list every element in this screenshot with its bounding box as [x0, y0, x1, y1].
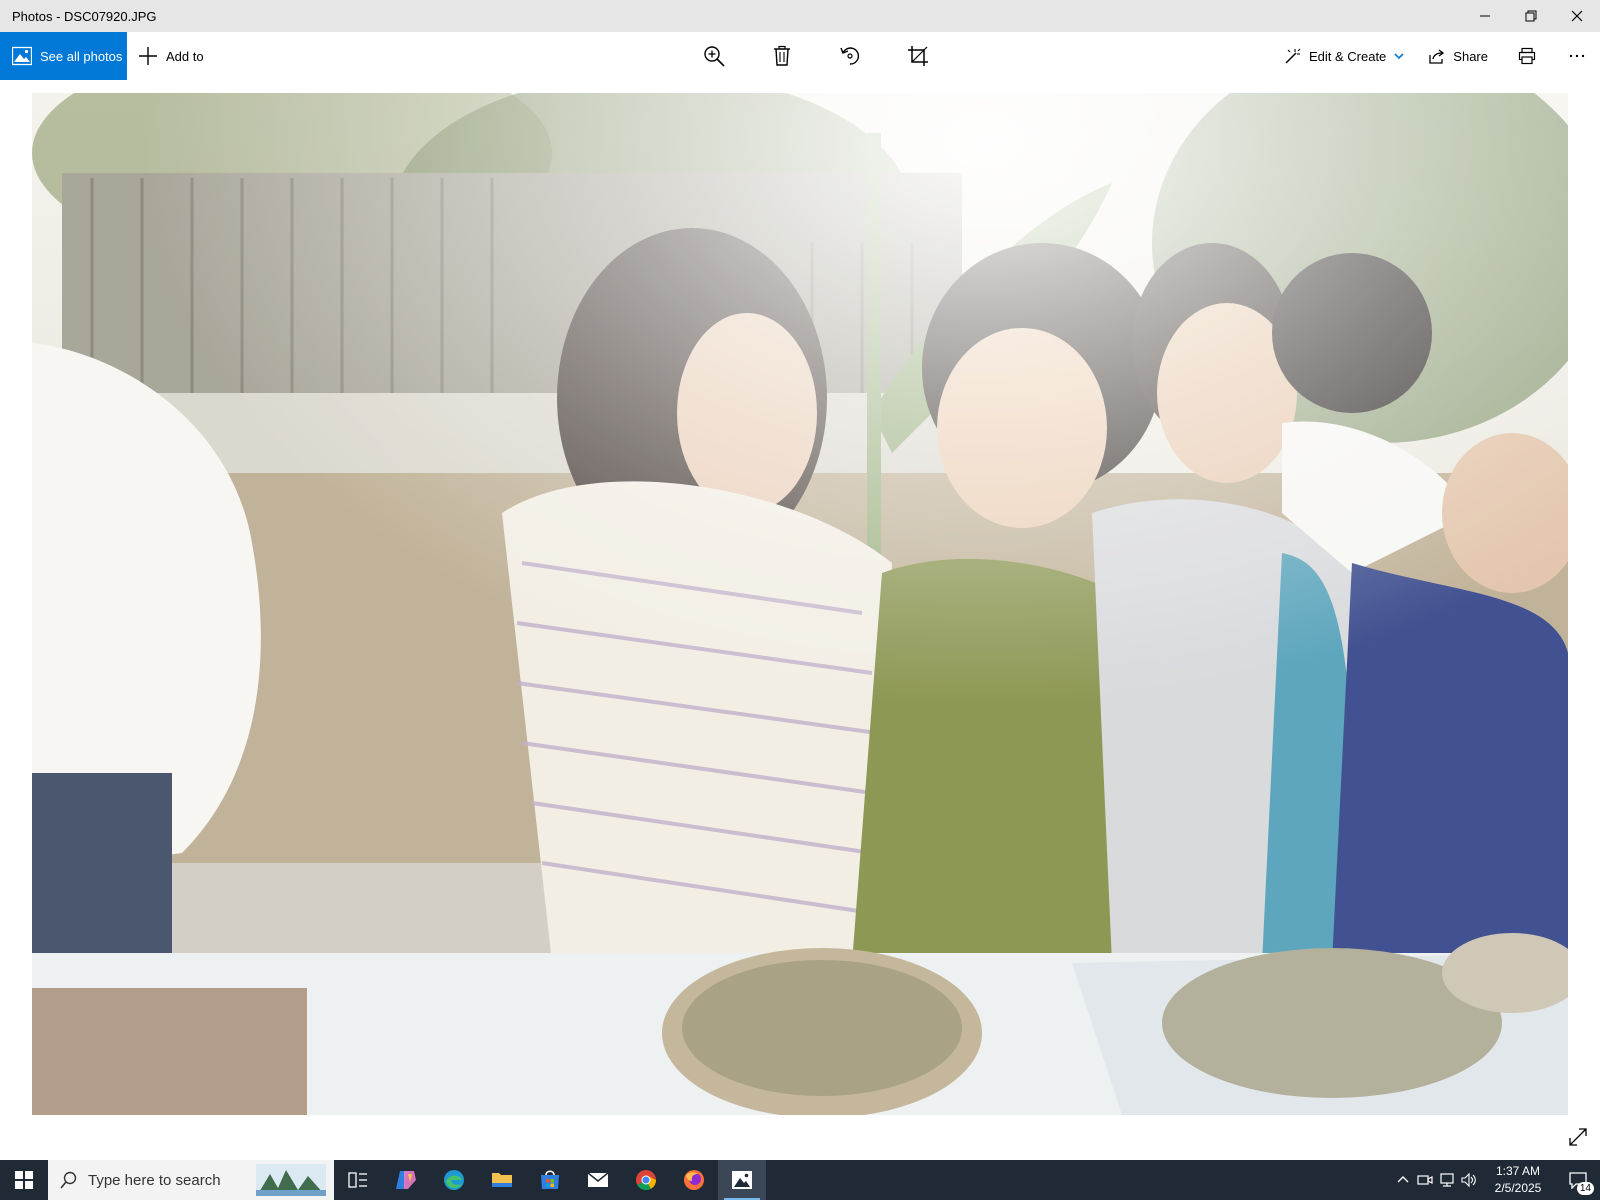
rotate-icon — [840, 47, 860, 65]
see-all-photos-label: See all photos — [40, 48, 123, 64]
notification-count-badge: 14 — [1576, 1182, 1594, 1195]
chrome-icon — [636, 1170, 657, 1191]
taskbar-clock[interactable]: 1:37 AM 2/5/2025 — [1480, 1163, 1556, 1197]
command-bar: See all photos Add to Edit & Create Shar… — [0, 32, 1600, 80]
photos-icon — [732, 1171, 752, 1189]
network-icon — [1440, 1173, 1454, 1187]
taskbar: Type here to search 1:37 AM 2/5/2025 14 — [0, 1160, 1600, 1200]
search-icon — [60, 1171, 78, 1189]
window-title: Photos - DSC07920.JPG — [12, 8, 157, 24]
add-to-label: Add to — [166, 48, 204, 64]
chevron-up-icon — [1397, 1176, 1409, 1183]
speaker-icon — [1461, 1172, 1476, 1188]
search-placeholder: Type here to search — [88, 1171, 221, 1189]
title-bar: Photos - DSC07920.JPG — [0, 0, 1600, 32]
share-icon — [1429, 49, 1445, 64]
start-button[interactable] — [0, 1160, 48, 1200]
share-button[interactable]: Share — [1416, 32, 1500, 80]
clock-date: 2/5/2025 — [1494, 1181, 1542, 1195]
delete-button[interactable] — [748, 32, 816, 80]
system-tray: 1:37 AM 2/5/2025 14 — [1392, 1160, 1600, 1200]
chevron-down-icon — [1394, 53, 1404, 60]
folder-icon — [492, 1173, 512, 1187]
photos-button[interactable] — [718, 1160, 766, 1200]
task-view-icon — [348, 1172, 367, 1188]
mail-button[interactable] — [574, 1160, 622, 1200]
chrome-button[interactable] — [622, 1160, 670, 1200]
zoom-button[interactable] — [680, 32, 748, 80]
file-explorer-button[interactable] — [478, 1160, 526, 1200]
firefox-icon — [684, 1170, 704, 1190]
window-controls — [1462, 0, 1600, 32]
right-toolbar: Edit & Create Share — [1272, 32, 1600, 80]
close-icon — [1571, 10, 1583, 22]
more-options-button[interactable] — [1554, 32, 1600, 80]
restore-icon — [1525, 10, 1537, 22]
photo-viewer-image[interactable] — [32, 93, 1568, 1115]
mail-icon — [587, 1172, 609, 1187]
trash-icon — [774, 45, 790, 66]
edge-icon — [444, 1170, 464, 1190]
close-button[interactable] — [1554, 0, 1600, 32]
add-to-button[interactable]: Add to — [138, 32, 204, 80]
minimize-button[interactable] — [1462, 0, 1508, 32]
edit-create-label: Edit & Create — [1308, 48, 1387, 64]
full-screen-button[interactable] — [1567, 1126, 1589, 1148]
share-label: Share — [1453, 48, 1488, 64]
edit-create-icon — [1285, 48, 1301, 64]
windows-logo-icon — [15, 1171, 33, 1189]
more-icon — [1569, 54, 1585, 58]
zoom-in-icon — [704, 46, 725, 67]
crop-button[interactable] — [884, 32, 952, 80]
rotate-button[interactable] — [816, 32, 884, 80]
meet-now-button[interactable] — [1414, 1160, 1436, 1200]
show-hidden-icons-button[interactable] — [1392, 1160, 1414, 1200]
restore-button[interactable] — [1508, 0, 1554, 32]
plus-icon — [138, 46, 158, 66]
photo-gallery-icon — [12, 46, 32, 66]
clock-time: 1:37 AM — [1495, 1164, 1541, 1178]
copilot-icon — [396, 1171, 416, 1189]
edge-button[interactable] — [430, 1160, 478, 1200]
minimize-icon — [1480, 15, 1490, 17]
print-button[interactable] — [1500, 32, 1554, 80]
taskbar-search-box[interactable]: Type here to search — [48, 1160, 334, 1200]
firefox-button[interactable] — [670, 1160, 718, 1200]
network-button[interactable] — [1436, 1160, 1458, 1200]
edit-create-button[interactable]: Edit & Create — [1272, 32, 1416, 80]
center-toolbar — [680, 32, 952, 80]
photo-illustration — [32, 93, 1568, 1115]
search-highlight-image — [256, 1164, 326, 1196]
see-all-photos-button[interactable]: See all photos — [0, 32, 127, 80]
task-view-button[interactable] — [334, 1160, 382, 1200]
camera-icon — [1417, 1175, 1433, 1185]
store-icon — [541, 1170, 559, 1189]
crop-icon — [908, 46, 928, 66]
printer-icon — [1518, 47, 1536, 65]
copilot-button[interactable] — [382, 1160, 430, 1200]
volume-button[interactable] — [1458, 1160, 1480, 1200]
notification-center-button[interactable]: 14 — [1556, 1160, 1600, 1200]
microsoft-store-button[interactable] — [526, 1160, 574, 1200]
expand-icon — [1569, 1128, 1587, 1146]
